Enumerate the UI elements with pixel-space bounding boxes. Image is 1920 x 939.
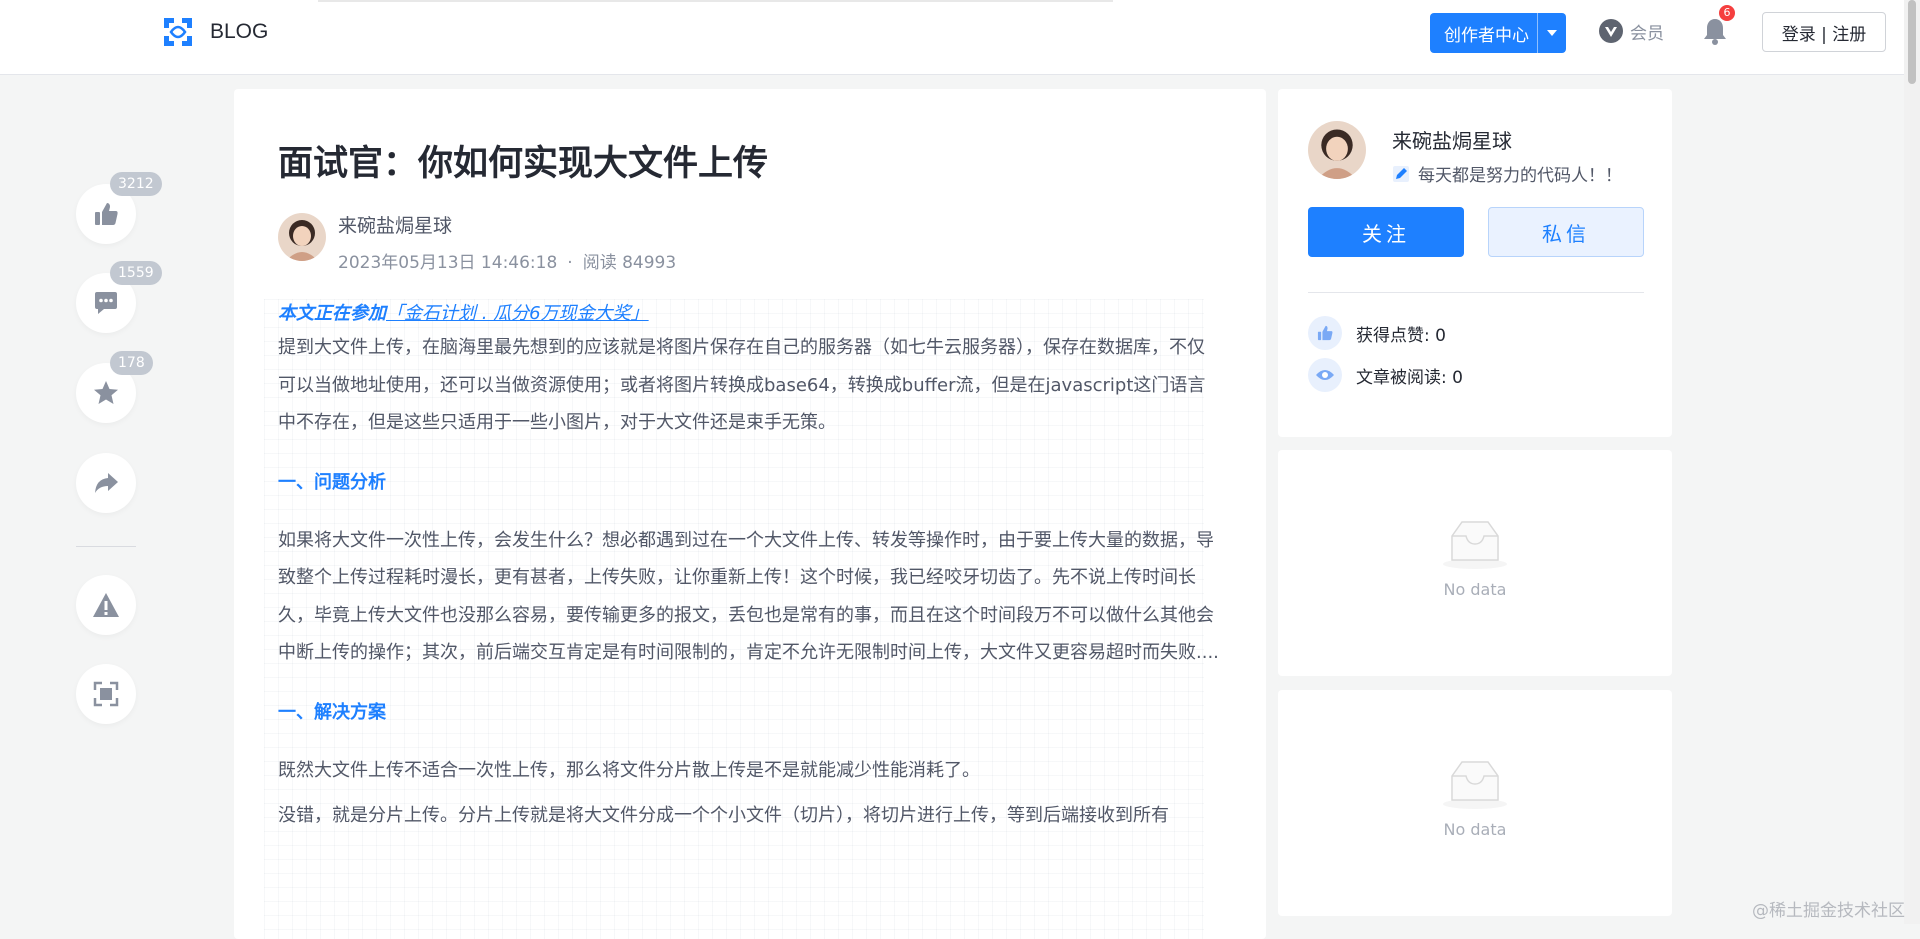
author-name[interactable]: 来碗盐焗星球 (338, 211, 452, 238)
empty-box-icon (1443, 761, 1507, 809)
collect-count: 178 (110, 351, 153, 375)
bell-icon (1704, 19, 1726, 45)
star-icon (94, 381, 118, 404)
share-button[interactable] (76, 453, 136, 513)
empty-state-1: No data (1278, 518, 1672, 599)
top-header: BLOG 创作者中心 会员 6 登录 | 注册 (0, 0, 1920, 75)
reads-stat: 文章被阅读: 0 (1308, 358, 1463, 392)
sidebar-author-name[interactable]: 来碗盐焗星球 (1392, 125, 1512, 154)
like-count: 3212 (110, 172, 162, 196)
comment-count: 1559 (110, 261, 162, 285)
empty-state-2: No data (1278, 758, 1672, 839)
logo-icon (164, 18, 192, 46)
promo-prefix: 本文正在参加 (278, 303, 386, 324)
thumbs-up-icon (1308, 316, 1342, 350)
scrollbar-thumb[interactable] (1908, 0, 1916, 84)
author-card: 来碗盐焗星球 每天都是努力的代码人！！ 关注 私信 获得点赞: 0 文章被阅读:… (1278, 89, 1672, 437)
avatar-image (1308, 121, 1366, 179)
action-divider (76, 546, 136, 547)
top-strip (318, 0, 1113, 2)
article-title: 面试官：你如何实现大文件上传 (278, 144, 769, 184)
vip-label: 会员 (1630, 23, 1664, 44)
brand-name: BLOG (210, 20, 269, 43)
author-motto: 每天都是努力的代码人！！ (1392, 161, 1622, 186)
site-logo[interactable]: BLOG (160, 14, 268, 50)
empty-box-icon (1443, 521, 1507, 569)
meta-separator: · (567, 253, 573, 273)
card-divider (1308, 292, 1644, 293)
section-heading-1: 一、问题分析 (278, 471, 386, 493)
view-count: 阅读 84993 (582, 253, 677, 273)
notification-badge: 6 (1719, 5, 1735, 21)
promo-link[interactable]: 「金石计划 . 瓜分6万现金大奖」 (386, 303, 649, 324)
creator-center-label: 创作者中心 (1444, 25, 1529, 46)
empty-text-2: No data (1443, 820, 1507, 839)
likes-stat: 获得点赞: 0 (1308, 316, 1446, 350)
paragraph-1: 提到大文件上传，在脑海里最先想到的应该就是将图片保存在自己的服务器（如七牛云服务… (278, 337, 1206, 433)
likes-label: 获得点赞: 0 (1356, 325, 1446, 346)
fullscreen-button[interactable] (76, 664, 136, 724)
eye-icon (1308, 358, 1342, 392)
avatar-image (278, 213, 326, 261)
comment-icon (95, 292, 117, 314)
vip-icon (1599, 19, 1623, 43)
section-heading-2: 一、解决方案 (278, 701, 386, 723)
pen-icon (1393, 165, 1409, 182)
paragraph-4: 没错，就是分片上传。分片上传就是将大文件分成一个个小文件（切片），将切片进行上传… (278, 805, 1169, 826)
article-body: 本文正在参加「金石计划 . 瓜分6万现金大奖」 提到大文件上传，在脑海里最先想到… (278, 299, 1220, 843)
vip-link[interactable]: 会员 (1598, 18, 1664, 44)
warning-icon (93, 593, 119, 617)
paragraph-2: 如果将大文件一次性上传，会发生什么？想必都遇到过在一个大文件上传、转发等操作时，… (278, 529, 1219, 664)
follow-button[interactable]: 关注 (1308, 207, 1464, 257)
notification-bell[interactable] (1702, 17, 1728, 49)
author-avatar[interactable] (278, 213, 326, 261)
paragraph-3: 既然大文件上传不适合一次性上传，那么将文件分片散上传是不是就能减少性能消耗了。 (278, 759, 980, 781)
message-button[interactable]: 私信 (1488, 207, 1644, 257)
page-scrollbar[interactable] (1904, 0, 1920, 924)
comment-button[interactable]: 1559 (76, 261, 162, 333)
sidebar-panel-2: No data (1278, 690, 1672, 916)
like-button[interactable]: 3212 (76, 172, 162, 244)
creator-center-button[interactable]: 创作者中心 (1430, 13, 1566, 53)
article-meta: 2023年05月13日 14:46:18 · 阅读 84993 (338, 248, 676, 273)
reads-label: 文章被阅读: 0 (1356, 367, 1463, 388)
collect-button[interactable]: 178 (76, 351, 153, 423)
share-icon (95, 473, 118, 493)
promo-line: 本文正在参加「金石计划 . 瓜分6万现金大奖」 (278, 299, 1220, 329)
article-card: 面试官：你如何实现大文件上传 来碗盐焗星球 2023年05月13日 14:46:… (234, 89, 1266, 939)
motto-text: 每天都是努力的代码人！！ (1418, 166, 1622, 186)
sidebar-author-avatar[interactable] (1308, 121, 1366, 179)
site-watermark: @稀土掘金技术社区 (1752, 901, 1905, 921)
sidebar-panel-1: No data (1278, 450, 1672, 676)
login-register-button[interactable]: 登录 | 注册 (1762, 12, 1886, 52)
fullscreen-icon (93, 681, 119, 707)
empty-text-1: No data (1443, 580, 1507, 599)
dropdown-arrow-icon[interactable] (1537, 13, 1566, 53)
publish-date: 2023年05月13日 14:46:18 (338, 253, 558, 273)
report-button[interactable] (76, 575, 136, 635)
thumbs-up-icon (95, 203, 118, 225)
